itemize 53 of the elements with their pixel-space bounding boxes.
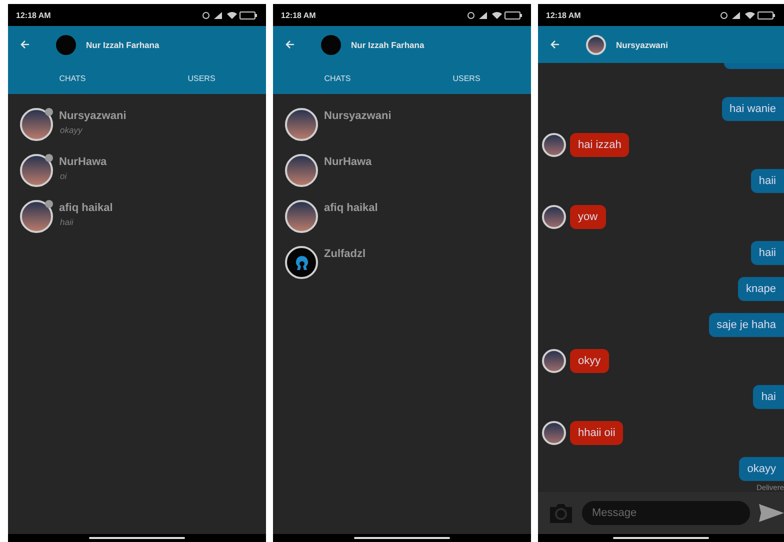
avatar-photo: [285, 154, 318, 187]
last-message: haii: [59, 217, 74, 227]
message-bubble: yow: [570, 205, 606, 229]
avatar-photo: [20, 154, 53, 187]
contact-name[interactable]: NurHawa: [324, 156, 372, 168]
avatar-photo: [542, 205, 566, 229]
message-bubble: haii: [750, 241, 784, 265]
contact-name[interactable]: Zulfadzl: [324, 248, 366, 260]
contact-name[interactable]: afiq haikal: [59, 202, 113, 214]
tab[interactable]: USERS: [402, 63, 531, 94]
contact-name[interactable]: Nursyazwani: [59, 110, 126, 122]
send-icon[interactable]: [758, 502, 784, 524]
back-arrow-icon[interactable]: [20, 40, 30, 49]
message-bubble: hai wanie: [722, 97, 784, 121]
profile-avatar: [56, 34, 76, 54]
avatar-photo: [285, 200, 318, 233]
back-arrow-icon[interactable]: [285, 40, 295, 49]
status-icons: [202, 10, 258, 20]
status-icons: [467, 10, 523, 20]
avatar-photo: [542, 421, 566, 445]
avatar-photo: [20, 108, 53, 141]
tab[interactable]: USERS: [137, 63, 266, 94]
message-bubble: saje je haha: [708, 313, 784, 337]
profile-avatar: [321, 34, 341, 54]
contact-name[interactable]: Nursyazwani: [324, 110, 392, 122]
status-icons: [720, 10, 776, 20]
last-message: oi: [59, 171, 68, 181]
back-arrow-icon[interactable]: [550, 40, 560, 49]
tab[interactable]: CHATS: [8, 63, 137, 94]
avatar-photo: [20, 200, 53, 233]
tab[interactable]: CHATS: [273, 63, 402, 94]
avatar-photo: [285, 108, 318, 141]
message-bubble: okayy: [739, 457, 784, 481]
message-bubble: knape: [738, 277, 784, 301]
contact-name[interactable]: NurHawa: [59, 156, 107, 168]
status-time: 12:18 AM: [281, 10, 316, 20]
message-bubble: haii: [750, 169, 784, 193]
avatar-photo: [542, 349, 566, 373]
message-bubble: hhaii oii: [570, 421, 624, 445]
avatar-photo: [542, 133, 566, 157]
message-bubble: okyy: [570, 349, 609, 373]
message-bubble: hai izzah: [570, 133, 630, 157]
avatar-photo: [586, 34, 606, 54]
message-input[interactable]: Message: [582, 501, 750, 525]
status-time: 12:18 AM: [546, 10, 581, 20]
header-title: Nur Izzah Farhana: [86, 40, 160, 50]
header-title: Nursyazwani: [616, 40, 668, 50]
header-title: Nur Izzah Farhana: [351, 40, 424, 50]
avatar-icon: [285, 246, 318, 279]
message-bubble: hai: [753, 385, 784, 409]
status-time: 12:18 AM: [16, 10, 51, 20]
last-message: okayy: [59, 125, 84, 135]
contact-name[interactable]: afiq haikal: [324, 202, 378, 214]
